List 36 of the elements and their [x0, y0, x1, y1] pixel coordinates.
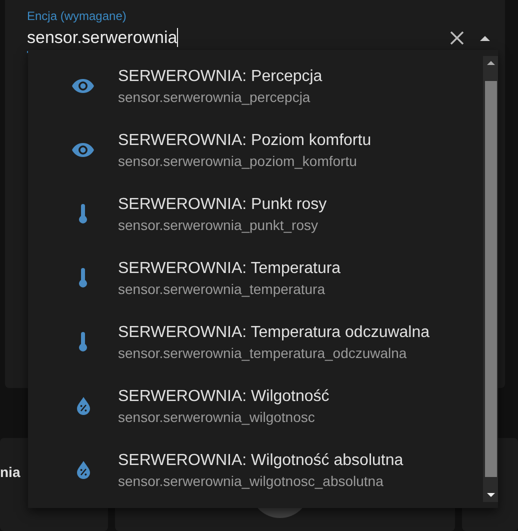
scrollbar-thumb[interactable] [484, 81, 496, 477]
entity-option[interactable]: SERWEROWNIA: Poziom komfortu sensor.serwerownia_poziom_komfortu [28, 118, 483, 182]
eye-icon [72, 79, 94, 93]
entity-option[interactable]: SERWEROWNIA: Percepcja sensor.serwerownia_percepcja [28, 54, 483, 118]
entity-option[interactable]: SERWEROWNIA: Temperatura sensor.serwerownia_temperatura [28, 246, 483, 310]
caret-up-icon[interactable] [480, 36, 490, 40]
field-label: Encja (wymagane) [27, 9, 126, 23]
scroll-down-icon[interactable] [486, 493, 494, 497]
eye-icon [72, 143, 94, 157]
entity-name: SERWEROWNIA: Temperatura [118, 260, 341, 278]
water-percent-icon [76, 461, 90, 479]
entity-id: sensor.serwerownia_poziom_komfortu [118, 152, 358, 168]
entity-id: sensor.serwerownia_wilgotnosc_absolutna [118, 472, 384, 488]
entity-name: SERWEROWNIA: Wilgotność absolutna [118, 452, 404, 470]
entity-option[interactable]: SERWEROWNIA: Wilgotność sensor.serwerownia_wilgotnosc [28, 374, 483, 438]
entity-id: sensor.serwerownia_temperatura_odczuwalna [118, 344, 408, 360]
scrollbar[interactable] [483, 56, 498, 502]
thermometer-icon [78, 204, 88, 224]
thermometer-icon [78, 268, 88, 288]
entity-id: sensor.serwerownia_wilgotnosc [118, 408, 316, 424]
field-value: sensor.serwerownia [27, 28, 180, 48]
card-label: nia [0, 464, 20, 480]
clear-icon[interactable] [450, 31, 464, 45]
entity-name: SERWEROWNIA: Temperatura odczuwalna [118, 324, 430, 342]
entity-name: SERWEROWNIA: Percepcja [118, 68, 322, 86]
scroll-up-icon[interactable] [486, 61, 494, 65]
entity-id: sensor.serwerownia_punkt_rosy [118, 216, 319, 232]
entity-option[interactable]: SERWEROWNIA: Punkt rosy sensor.serwerownia_punkt_rosy [28, 182, 483, 246]
entity-option[interactable]: SERWEROWNIA: Temperatura odczuwalna sensor.serwerownia_temperatura_odczuwalna [28, 310, 483, 374]
thermometer-icon [78, 332, 88, 352]
entity-name: SERWEROWNIA: Punkt rosy [118, 196, 327, 214]
entity-id: sensor.serwerownia_temperatura [118, 280, 326, 296]
entity-id: sensor.serwerownia_percepcja [118, 88, 312, 104]
entity-name: SERWEROWNIA: Wilgotność [118, 388, 330, 406]
entity-name: SERWEROWNIA: Poziom komfortu [118, 132, 372, 150]
water-percent-icon [76, 397, 90, 415]
